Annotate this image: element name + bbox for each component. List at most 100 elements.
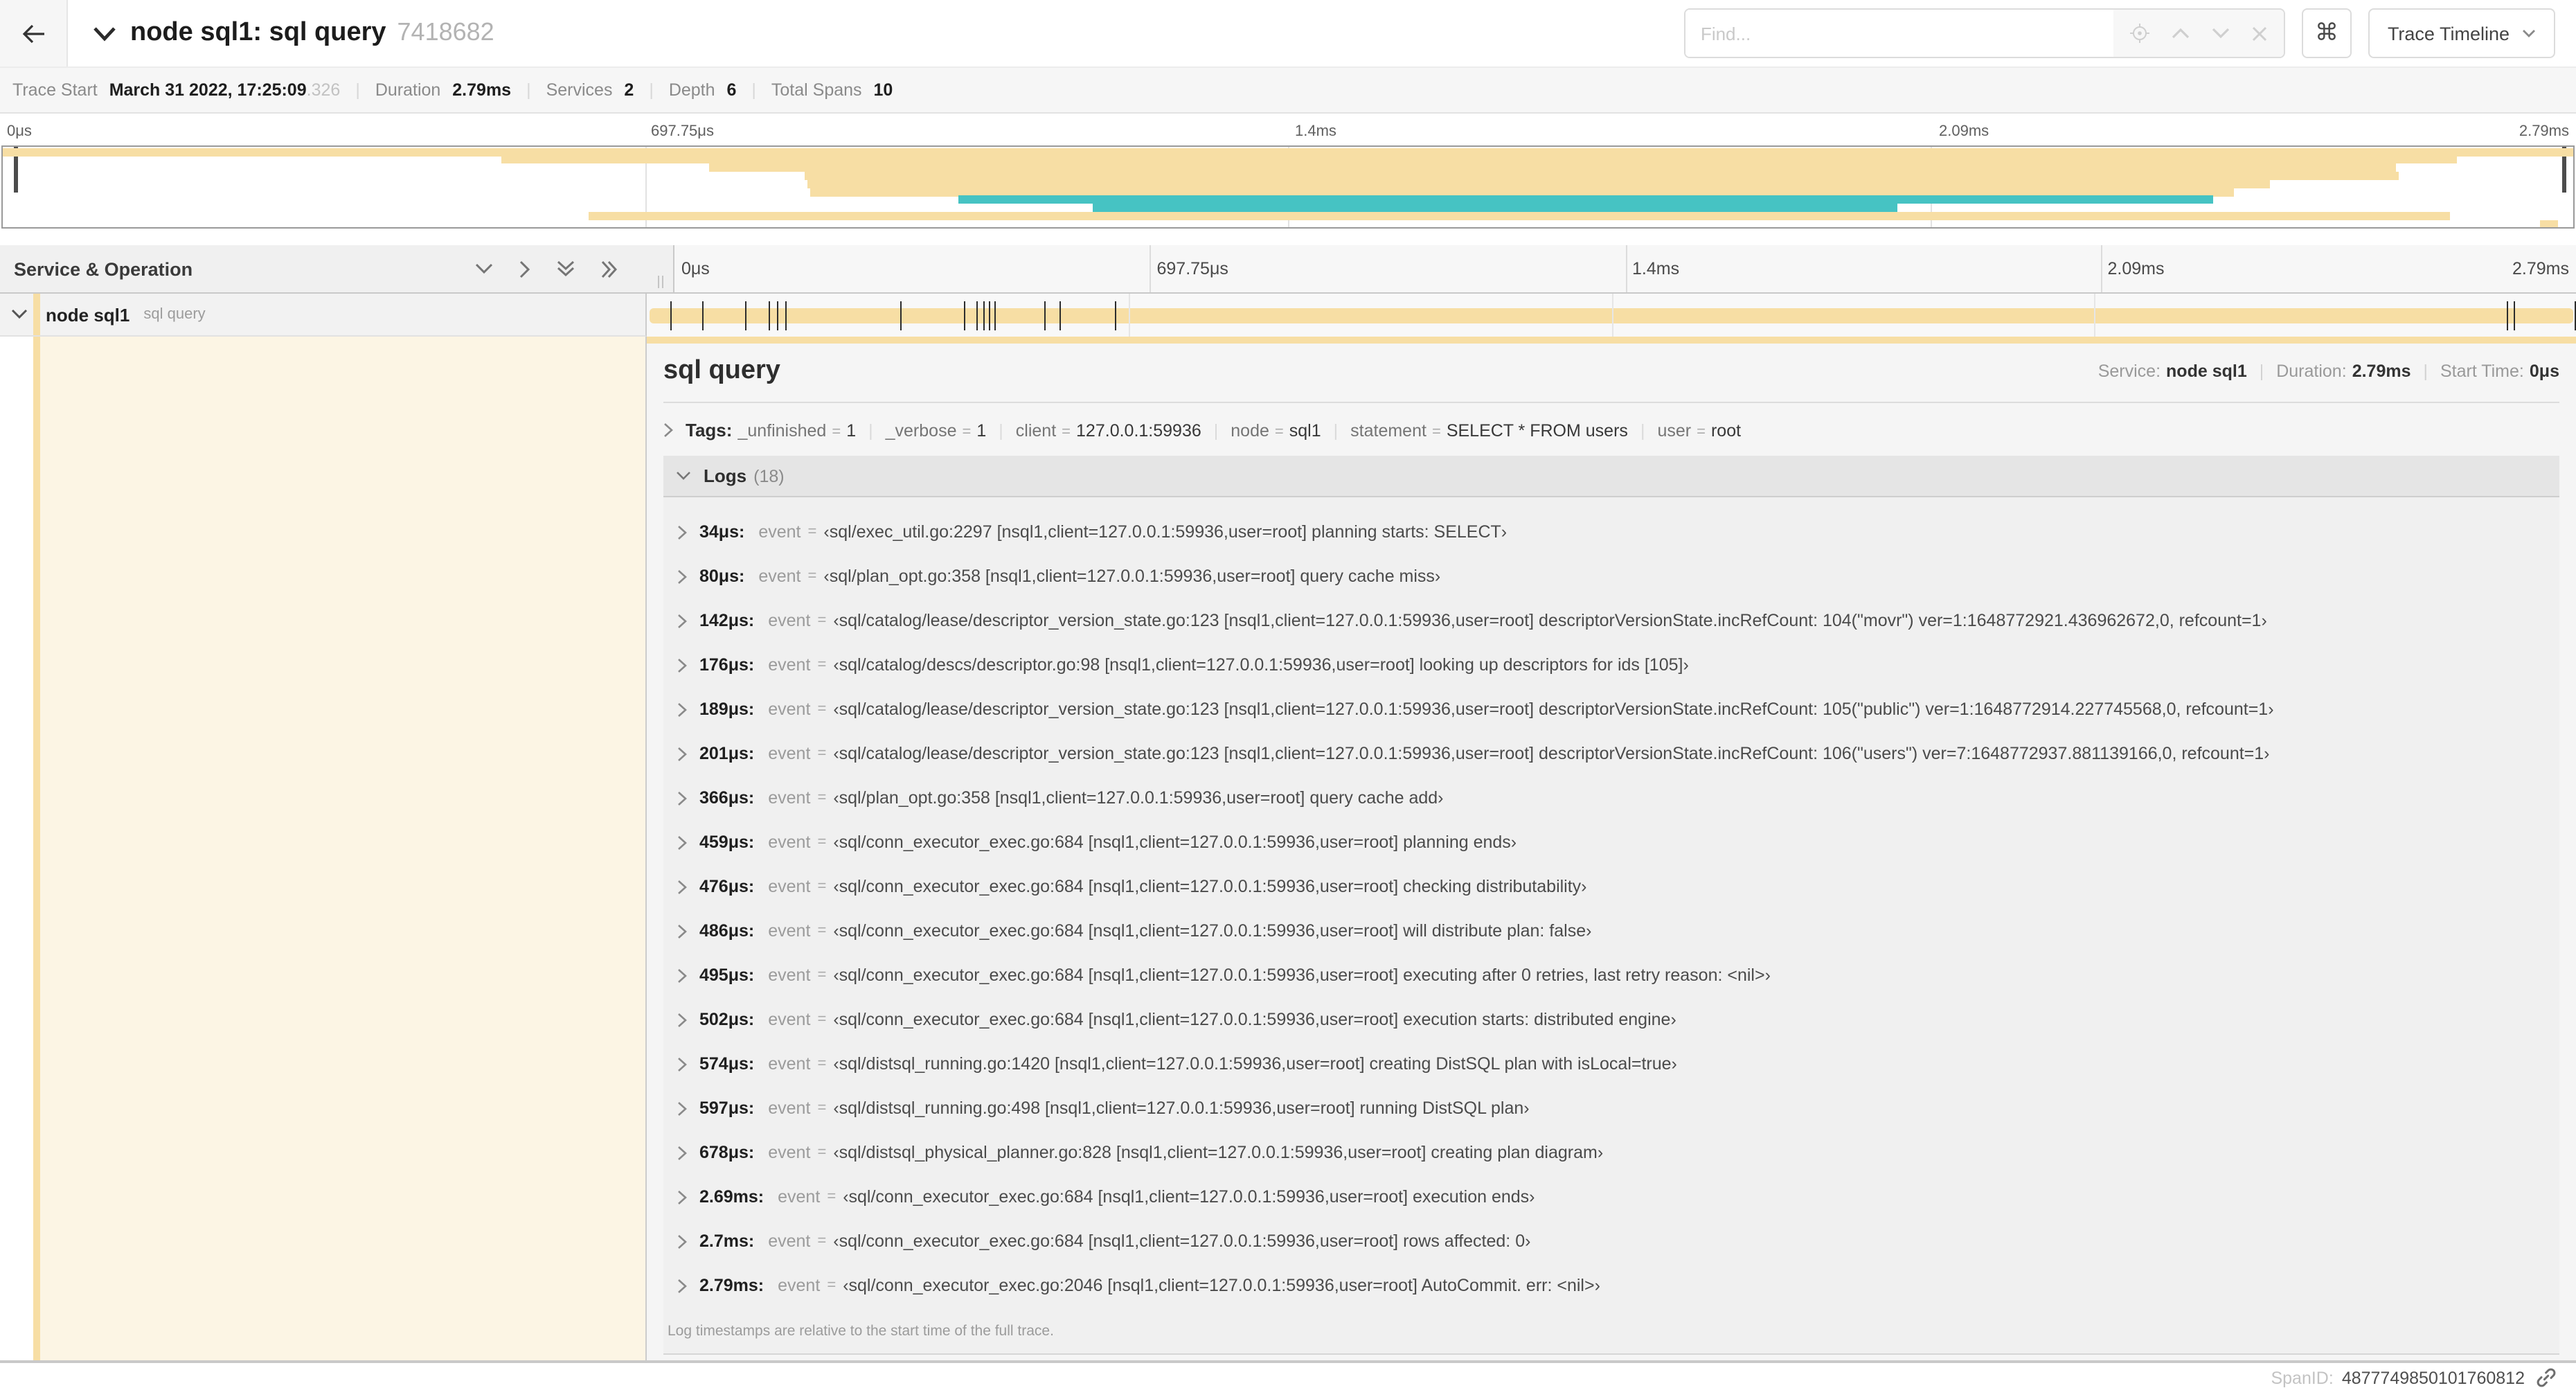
log-row[interactable]: 459μs: event = ‹sql/conn_executor_exec.go:6…	[677, 820, 2548, 864]
span-row-name-cell[interactable]: node sql1 sql query	[0, 294, 647, 337]
log-row[interactable]: 189μs: event = ‹sql/catalog/lease/descripto…	[677, 687, 2548, 731]
span-detail-color-strip	[647, 337, 2576, 344]
separator: |	[751, 80, 756, 100]
collapse-one-icon[interactable]	[475, 263, 493, 274]
chevron-down-small-icon	[2522, 29, 2536, 37]
logs-accordion-header[interactable]: Logs (18)	[663, 456, 2559, 497]
span-log-marker[interactable]	[1115, 301, 1117, 330]
detail-meta-label: Duration:	[2276, 362, 2347, 381]
column-resizer-grip[interactable]	[658, 276, 663, 288]
log-row[interactable]: 366μs: event = ‹sql/plan_opt.go:358 [nsql1,…	[677, 776, 2548, 820]
log-field-value: ‹sql/plan_opt.go:358 [nsql1,client=127.0…	[823, 567, 1441, 586]
minimap-span-bar	[709, 163, 2396, 172]
chevron-right-icon	[677, 1234, 687, 1249]
log-field-key: event	[768, 700, 811, 719]
find-input[interactable]	[1685, 10, 2113, 57]
span-log-marker[interactable]	[994, 301, 996, 330]
command-icon: ⌘	[2314, 19, 2338, 46]
log-timestamp: 574μs:	[699, 1054, 755, 1074]
log-row[interactable]: 2.69ms: event = ‹sql/conn_executor_exec.go:…	[677, 1175, 2548, 1219]
log-row[interactable]: 495μs: event = ‹sql/conn_executor_exec.go:6…	[677, 953, 2548, 997]
summary-value-suffix: .326	[306, 80, 341, 100]
log-row[interactable]: 176μs: event = ‹sql/catalog/descs/descripto…	[677, 643, 2548, 687]
span-log-marker[interactable]	[989, 301, 991, 330]
chevron-right-icon	[677, 1012, 687, 1027]
timeline-gridline	[2093, 294, 2095, 337]
log-row[interactable]: 2.79ms: event = ‹sql/conn_executor_exec.go:…	[677, 1263, 2548, 1308]
collapse-all-icon[interactable]	[557, 260, 575, 277]
span-log-marker[interactable]	[900, 301, 902, 330]
span-log-marker[interactable]	[744, 301, 746, 330]
summary-value: 6	[726, 80, 737, 100]
equals-sign: =	[817, 1233, 827, 1249]
log-timestamp: 678μs:	[699, 1143, 755, 1162]
span-log-marker[interactable]	[2514, 301, 2515, 330]
log-timestamp: 486μs:	[699, 921, 755, 941]
span-log-marker[interactable]	[976, 301, 978, 330]
log-field-value: ‹sql/distsql_running.go:1420 [nsql1,clie…	[833, 1054, 1677, 1074]
log-row[interactable]: 34μs: event = ‹sql/exec_util.go:2297 [nsql1…	[677, 510, 2548, 554]
log-row[interactable]: 476μs: event = ‹sql/conn_executor_exec.go:6…	[677, 864, 2548, 909]
span-log-marker[interactable]	[1059, 301, 1062, 330]
summary-value: March 31 2022, 17:25:09	[109, 80, 307, 100]
timeline-minimap: 0μs 697.75μs 1.4ms 2.09ms 2.79ms	[0, 114, 2576, 229]
next-match-icon[interactable]	[2212, 28, 2230, 39]
log-row[interactable]: 574μs: event = ‹sql/distsql_running.go:1420…	[677, 1042, 2548, 1086]
tag-item[interactable]: statement = SELECT * FROM users	[1350, 420, 1628, 440]
span-log-marker[interactable]	[2507, 301, 2509, 330]
keyboard-shortcuts-button[interactable]: ⌘	[2301, 8, 2352, 58]
span-service-name: node sql1	[46, 304, 130, 325]
minimap-span-bar	[810, 188, 2234, 196]
tag-item[interactable]: user = root	[1657, 420, 1741, 440]
deep-link-icon[interactable]	[2536, 1367, 2557, 1388]
timeline-ruler[interactable]: 0μs 697.75μs 1.4ms 2.09ms 2.79ms	[674, 245, 2576, 292]
log-field-value: ‹sql/conn_executor_exec.go:684 [nsql1,cl…	[843, 1187, 1535, 1207]
span-log-marker[interactable]	[1044, 301, 1046, 330]
expand-all-icon[interactable]	[601, 260, 618, 278]
expand-one-icon[interactable]	[519, 260, 530, 278]
span-collapse-icon[interactable]	[11, 309, 28, 320]
span-log-marker[interactable]	[777, 301, 779, 330]
span-log-marker[interactable]	[701, 301, 704, 330]
log-row[interactable]: 486μs: event = ‹sql/conn_executor_exec.go:6…	[677, 909, 2548, 953]
span-log-marker[interactable]	[768, 301, 770, 330]
log-row[interactable]: 502μs: event = ‹sql/conn_executor_exec.go:6…	[677, 997, 2548, 1042]
clear-find-icon[interactable]	[2252, 26, 2267, 41]
log-field-key: event	[768, 966, 811, 985]
trace-title-group: node sql1: sql query 7418682	[68, 18, 494, 48]
back-button[interactable]	[0, 0, 68, 66]
service-operation-header: Service & Operation	[0, 245, 674, 292]
log-row[interactable]: 142μs: event = ‹sql/catalog/lease/descripto…	[677, 598, 2548, 643]
log-row[interactable]: 2.7ms: event = ‹sql/conn_executor_exec.go:6…	[677, 1219, 2548, 1263]
trace-view-selector[interactable]: Trace Timeline	[2368, 8, 2555, 58]
summary-label: Depth	[668, 80, 720, 100]
tag-item[interactable]: client = 127.0.0.1:59936	[1016, 420, 1201, 440]
log-field-key: event	[768, 833, 811, 852]
span-row-timeline-cell[interactable]	[647, 294, 2576, 337]
span-log-marker[interactable]	[964, 301, 966, 330]
log-row[interactable]: 678μs: event = ‹sql/distsql_physical_planne…	[677, 1130, 2548, 1175]
log-row[interactable]: 597μs: event = ‹sql/distsql_running.go:498 …	[677, 1086, 2548, 1130]
chevron-right-icon	[677, 1189, 687, 1204]
service-operation-title: Service & Operation	[14, 258, 193, 279]
span-log-marker[interactable]	[785, 301, 787, 330]
tag-key: user	[1657, 420, 1692, 440]
timeline-tick-label: 1.4ms	[1632, 259, 1680, 278]
tags-accordion[interactable]: Tags: _unfinished = 1 | _verbose = 1 | client = 12…	[663, 420, 2559, 441]
separator: |	[1333, 420, 1339, 440]
minimap-canvas[interactable]	[1, 145, 2575, 229]
chevron-down-icon[interactable]	[93, 26, 116, 41]
span-log-marker[interactable]	[983, 301, 985, 330]
focus-target-icon[interactable]	[2129, 24, 2149, 43]
log-field-value: ‹sql/plan_opt.go:358 [nsql1,client=127.0…	[833, 788, 1444, 808]
tag-item[interactable]: node = sql1	[1231, 420, 1321, 440]
tag-item[interactable]: _unfinished = 1	[737, 420, 856, 440]
summary-item: Duration 2.79ms	[375, 80, 511, 100]
span-log-marker[interactable]	[670, 301, 672, 330]
span-color-accent	[33, 294, 40, 335]
arrow-left-icon	[21, 23, 45, 44]
log-row[interactable]: 201μs: event = ‹sql/catalog/lease/descripto…	[677, 731, 2548, 776]
prev-match-icon[interactable]	[2172, 28, 2190, 39]
tag-item[interactable]: _verbose = 1	[886, 420, 987, 440]
log-row[interactable]: 80μs: event = ‹sql/plan_opt.go:358 [nsql1,c…	[677, 554, 2548, 598]
